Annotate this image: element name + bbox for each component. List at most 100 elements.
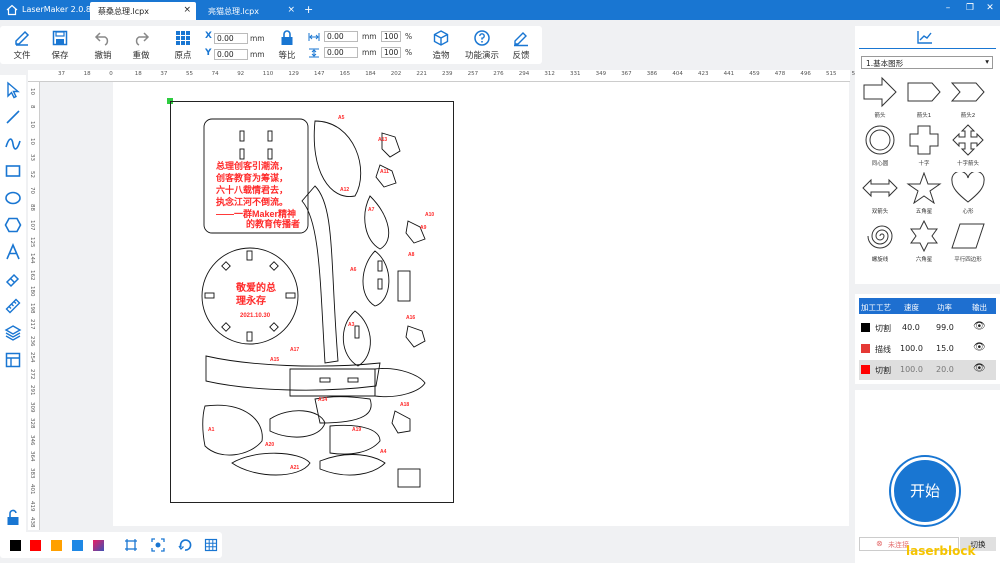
width-percent-input[interactable]: 100 [381, 31, 401, 42]
part-label: A10 [425, 212, 434, 218]
height-input[interactable]: 0.00 [324, 47, 358, 58]
part-label: A13 [378, 137, 387, 143]
ruler-tick-label: 294 [518, 71, 530, 77]
rectangle-icon[interactable] [4, 162, 22, 180]
home-icon[interactable] [6, 4, 18, 16]
tab-file-1[interactable]: 蔡桑总理.lcpx × [90, 2, 196, 20]
shape-category-select[interactable]: 1.基本图形 ▾ [861, 56, 993, 69]
leaf-piece-4[interactable] [342, 310, 371, 367]
connector-6[interactable] [397, 468, 421, 488]
undo-button[interactable]: 撤销 [86, 29, 120, 63]
shape-hexagram[interactable]: 六角星 [904, 219, 944, 266]
shape-cross[interactable]: 十字 [904, 124, 944, 170]
origin-button[interactable]: 原点 [166, 29, 200, 63]
equal-ratio-button[interactable]: 等比 [270, 29, 304, 63]
scan-icon[interactable] [151, 538, 165, 552]
close-window-icon[interactable]: ✕ [984, 3, 996, 15]
shape-spiral[interactable]: 螺旋线 [860, 220, 900, 266]
chevron-down-icon: ▾ [985, 57, 989, 66]
process-row-selected[interactable]: 切割 100.0 20.0 👁 [859, 360, 996, 380]
shape-cross-arrow[interactable]: 十字箭头 [948, 124, 988, 170]
ruler-tick-label: 184 [365, 71, 376, 77]
new-tab-button[interactable]: + [304, 3, 313, 16]
shape-cross-arrow-label: 十字箭头 [956, 161, 979, 167]
line-icon[interactable] [4, 108, 22, 126]
ruler-tick-label: 52 [29, 170, 35, 178]
maximize-icon[interactable]: ❐ [964, 3, 976, 15]
demo-button[interactable]: 功能演示 [462, 29, 502, 63]
shape-arrow[interactable]: 箭头 [860, 76, 900, 122]
polygon-icon[interactable] [4, 216, 22, 234]
leaf-piece-3[interactable] [362, 250, 390, 307]
height-percent-input[interactable]: 100 [381, 47, 401, 58]
process-row[interactable]: 切割 40.0 99.0 👁 [859, 318, 996, 338]
tab-label: 亮猫总理.lcpx [208, 7, 259, 16]
layout-icon[interactable] [4, 351, 22, 369]
eraser-icon[interactable] [4, 270, 22, 288]
shape-heart[interactable]: 心形 [948, 170, 988, 218]
file-button[interactable]: 文件 [5, 29, 39, 63]
canvas-drawing[interactable]: 总理创客引潮流， 创客教育为筹谋， 六十八载情君去， 执念江河不倒流。 ——一群… [170, 101, 454, 503]
boat-hull-2[interactable] [269, 410, 326, 438]
swatch-orange[interactable] [51, 540, 62, 551]
layer-color-swatch [861, 365, 870, 374]
ruler-icon[interactable] [4, 297, 22, 315]
minimize-icon[interactable]: – [942, 3, 954, 15]
ruler-tick-label: 147 [314, 71, 325, 77]
tab-file-2[interactable]: 亮猫总理.lcpx × [200, 2, 300, 20]
rotate-icon[interactable] [178, 538, 192, 552]
ruler-horizontal: 37 18 0 18 37 55 74 92 110 129 147 165 184 202 221 239 2… [28, 70, 862, 82]
boat-hull-5[interactable] [319, 454, 386, 476]
title-bar: LaserMaker 2.0.8 蔡桑总理.lcpx × 亮猫总理.lcpx × +… [0, 0, 1000, 20]
boat-deck[interactable] [289, 368, 376, 397]
connector-4[interactable] [405, 325, 426, 348]
select-arrow-icon[interactable] [4, 81, 22, 99]
layers-icon[interactable] [4, 324, 22, 342]
shape-parallelogram[interactable]: 平行四边形 [948, 220, 988, 266]
ruler-tick-label: 419 [29, 500, 35, 512]
x-label: X [205, 31, 212, 41]
x-input[interactable]: 0.00 [214, 33, 248, 44]
feedback-button[interactable]: 反馈 [504, 29, 538, 63]
grid-table-icon[interactable] [204, 538, 218, 552]
width-input[interactable]: 0.00 [324, 31, 358, 42]
left-toolbar [0, 75, 26, 535]
chart-icon[interactable] [917, 30, 933, 44]
ruler-tick-label: 125 [29, 236, 35, 248]
close-icon[interactable]: × [183, 5, 191, 15]
swatch-custom[interactable] [93, 540, 104, 551]
unlock-icon[interactable] [4, 509, 22, 527]
y-input[interactable]: 0.00 [214, 49, 248, 60]
ruler-tick-label: 55 [186, 71, 193, 77]
shape-arrow-2[interactable]: 箭头2 [948, 76, 988, 122]
start-button[interactable]: 开始 [891, 457, 959, 525]
ruler-tick-label: 33 [29, 154, 35, 161]
swatch-black[interactable] [10, 540, 21, 551]
leaf-piece-1[interactable] [313, 120, 362, 197]
save-button[interactable]: 保存 [43, 29, 77, 63]
shape-star[interactable]: 五角星 [904, 171, 944, 218]
build-button[interactable]: 造物 [424, 29, 458, 63]
shape-double-arrow[interactable]: 双箭头 [860, 172, 900, 218]
curved-strip[interactable] [205, 355, 381, 391]
ruler-tick-label: 221 [416, 71, 427, 77]
shape-arrow-1[interactable]: 箭头1 [904, 76, 944, 122]
shape-concentric-circle[interactable]: 同心圆 [860, 124, 900, 170]
text-icon[interactable] [4, 243, 22, 261]
close-icon[interactable]: × [287, 5, 295, 15]
leaf-piece-2[interactable] [364, 195, 390, 250]
frame-select-icon[interactable] [124, 538, 138, 552]
process-row[interactable]: 描线 100.0 15.0 👁 [859, 339, 996, 359]
ellipse-icon[interactable] [4, 189, 22, 207]
ruler-tick-label: 18 [83, 71, 91, 77]
height-percent-unit: % [405, 48, 413, 57]
curve-icon[interactable] [4, 135, 22, 153]
redo-button[interactable]: 重做 [124, 29, 158, 63]
swatch-blue[interactable] [72, 540, 83, 551]
eye-icon[interactable]: 👁 [973, 363, 986, 374]
curved-beam[interactable] [301, 185, 339, 364]
connector-5[interactable] [391, 410, 411, 434]
swatch-red[interactable] [30, 540, 41, 551]
eye-icon[interactable]: 👁 [973, 321, 986, 332]
eye-icon[interactable]: 👁 [973, 342, 986, 353]
